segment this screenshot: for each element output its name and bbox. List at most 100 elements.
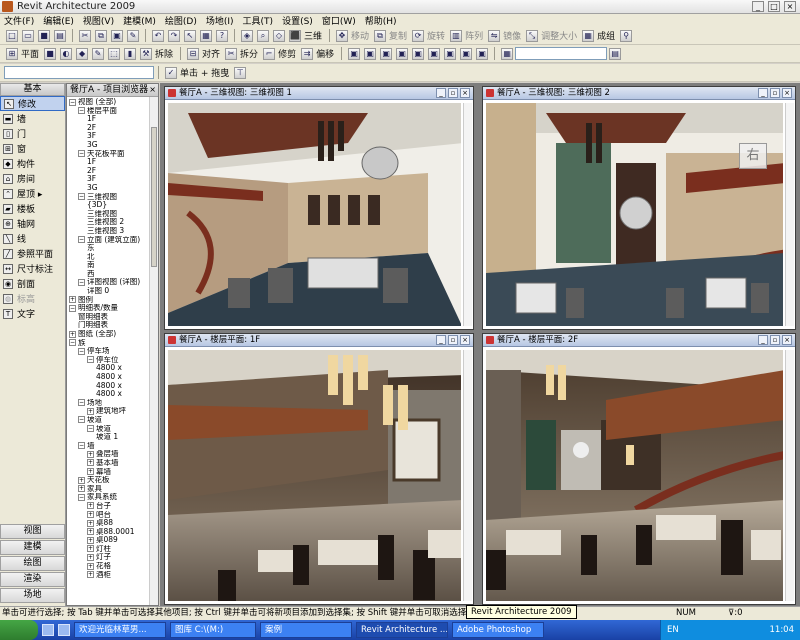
tree-node[interactable]: + 桌88 (67, 519, 158, 528)
expand-toggle-icon[interactable]: + (87, 459, 94, 467)
undo-icon[interactable]: ↶ (152, 29, 164, 42)
tree-node[interactable]: − 家具系统 (67, 493, 158, 502)
tree-node[interactable]: 详图 0 (67, 287, 158, 296)
close-icon[interactable]: × (782, 335, 792, 345)
mirror-icon[interactable]: ⇋ (488, 29, 501, 42)
tree-node[interactable]: 2F (67, 167, 158, 176)
tool-floor[interactable]: ▰ 楼板 (0, 201, 65, 216)
tree-node[interactable]: + 建筑地坪 (67, 407, 158, 416)
expand-toggle-icon[interactable]: − (69, 98, 76, 106)
measure-icon[interactable]: ◈ (241, 29, 253, 42)
view-ctrl-icon-3[interactable]: ▣ (380, 47, 393, 60)
tree-node[interactable]: 1F (67, 115, 158, 124)
properties-icon[interactable]: ▤ (609, 47, 622, 60)
tool-section[interactable]: ◉ 剖面 (0, 276, 65, 291)
expand-toggle-icon[interactable]: + (78, 485, 85, 493)
plan-label[interactable]: 平面 (21, 47, 39, 60)
expand-toggle-icon[interactable]: − (87, 356, 94, 364)
tree-node[interactable]: 三维视图 2 (67, 218, 158, 227)
array-icon[interactable]: ▥ (450, 29, 463, 42)
view-canvas[interactable]: 右 (486, 103, 783, 326)
offset-label[interactable]: 偏移 (316, 47, 334, 60)
tree-node[interactable]: − 详图视图 (详图) (67, 278, 158, 287)
view-ctrl-icon-9[interactable]: ▣ (476, 47, 489, 60)
tab-site[interactable]: 场地 (0, 588, 65, 603)
move-icon[interactable]: ✥ (336, 29, 349, 42)
view-window-floor-2f[interactable]: 餐厅A - 楼层平面: 2F _ ▫ × (482, 333, 796, 605)
expand-toggle-icon[interactable]: − (78, 347, 85, 355)
expand-toggle-icon[interactable]: + (69, 330, 76, 338)
group-icon[interactable]: ▦ (582, 29, 595, 42)
expand-toggle-icon[interactable]: + (87, 528, 94, 536)
array-label[interactable]: 阵列 (465, 29, 483, 42)
element-icon[interactable]: ◆ (76, 47, 89, 60)
select-icon[interactable]: ↖ (184, 29, 196, 42)
tree-node[interactable]: + 灯柱 (67, 545, 158, 554)
tree-node[interactable]: {3D} (67, 201, 158, 210)
book-icon[interactable]: ▮ (124, 47, 137, 60)
tree-node[interactable]: 西 (67, 270, 158, 279)
type-selector[interactable] (515, 47, 608, 60)
tree-node[interactable]: 三维视图 3 (67, 227, 158, 236)
view-ctrl-icon-7[interactable]: ▣ (444, 47, 457, 60)
menu-help[interactable]: 帮助(H) (365, 14, 397, 27)
tree-node[interactable]: 2F (67, 124, 158, 133)
design-bar-header[interactable]: 基本 (0, 83, 65, 96)
tool-window[interactable]: ⊞ 窗 (0, 141, 65, 156)
vertical-scrollbar[interactable] (785, 103, 794, 326)
quicklaunch-icon[interactable] (42, 624, 54, 636)
tree-node[interactable]: + 天花板 (67, 476, 158, 485)
tree-node[interactable]: − 楼层平面 (67, 107, 158, 116)
minimize-icon[interactable]: _ (436, 335, 446, 345)
tree-node[interactable]: 1F (67, 158, 158, 167)
view-window-floor-1f[interactable]: 餐厅A - 楼层平面: 1F _ ▫ × (164, 333, 474, 605)
tree-node[interactable]: − 停车场 (67, 347, 158, 356)
expand-toggle-icon[interactable]: − (78, 416, 85, 424)
menu-view[interactable]: 视图(V) (83, 14, 114, 27)
view-title-bar[interactable]: 餐厅A - 楼层平面: 1F _ ▫ × (165, 334, 473, 347)
filter-icon[interactable]: ⊤ (234, 66, 247, 79)
tree-node[interactable]: − 立面 (建筑立面) (67, 236, 158, 245)
view-ctrl-icon-2[interactable]: ▣ (364, 47, 377, 60)
align-icon[interactable]: ⊟ (187, 47, 200, 60)
section-box-icon[interactable]: ◇ (273, 29, 285, 42)
view-title-bar[interactable]: 餐厅A - 三维视图: 三维视图 2 _ ▫ × (483, 87, 795, 100)
demolish-icon[interactable]: ⚒ (140, 47, 153, 60)
minimize-icon[interactable]: _ (436, 88, 446, 98)
tree-node[interactable]: + 灯子 (67, 553, 158, 562)
maximize-icon[interactable]: □ (768, 1, 780, 12)
menu-edit[interactable]: 编辑(E) (43, 14, 74, 27)
expand-toggle-icon[interactable]: + (87, 511, 94, 518)
view-ctrl-icon-6[interactable]: ▣ (428, 47, 441, 60)
menu-file[interactable]: 文件(F) (4, 14, 34, 27)
tree-node[interactable]: − 墙 (67, 442, 158, 451)
tree-node[interactable]: 南 (67, 261, 158, 270)
tree-node[interactable]: + 基本墙 (67, 459, 158, 468)
move-label[interactable]: 移动 (351, 29, 369, 42)
menu-tools[interactable]: 工具(T) (243, 14, 274, 27)
tree-node[interactable]: + 桌089 (67, 536, 158, 545)
trim-icon[interactable]: ⌐ (263, 47, 276, 60)
expand-toggle-icon[interactable]: − (78, 493, 85, 501)
split-label[interactable]: 拆分 (240, 47, 258, 60)
expand-toggle-icon[interactable]: − (69, 339, 76, 347)
expand-toggle-icon[interactable]: + (87, 407, 94, 415)
restore-icon[interactable]: ▫ (770, 88, 780, 98)
tree-node[interactable]: + 酒柜 (67, 571, 158, 580)
tab-modeling[interactable]: 建模 (0, 540, 65, 555)
tool-component[interactable]: ◆ 构件 (0, 156, 65, 171)
menu-modeling[interactable]: 建模(M) (123, 14, 156, 27)
expand-toggle-icon[interactable]: − (78, 193, 85, 201)
tree-node[interactable]: + 吧台 (67, 511, 158, 520)
close-icon[interactable]: × (149, 85, 156, 94)
tree-node[interactable]: − 视图 (全部) (67, 98, 158, 107)
close-icon[interactable]: × (460, 88, 470, 98)
tool-roof[interactable]: ⌃ 屋顶 ▸ (0, 186, 65, 201)
view-canvas[interactable] (168, 350, 461, 601)
tree-node[interactable]: 4800 x (67, 390, 158, 399)
view-window-3d-2[interactable]: 餐厅A - 三维视图: 三维视图 2 _ ▫ × 右 (482, 86, 796, 330)
options-combo[interactable] (4, 66, 154, 79)
view-ctrl-icon-5[interactable]: ▣ (412, 47, 425, 60)
tree-node[interactable]: 窗明细表 (67, 313, 158, 322)
pin-icon[interactable]: ⚲ (620, 29, 633, 42)
